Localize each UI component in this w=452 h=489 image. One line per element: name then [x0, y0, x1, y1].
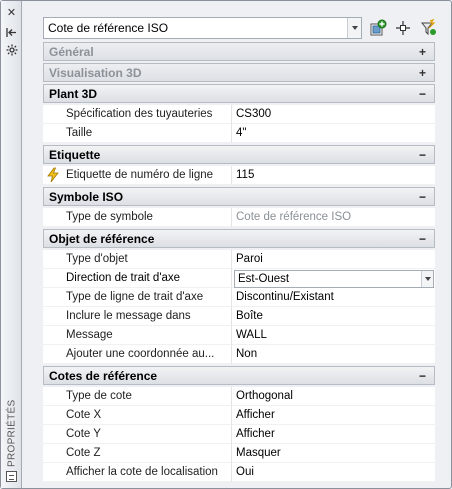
palette-menu-icon[interactable] [6, 471, 17, 482]
section-title: Général [49, 44, 94, 59]
property-value[interactable]: WALL [232, 326, 435, 345]
property-value[interactable]: Boîte [232, 307, 435, 326]
property-label: Inclure le message dans [43, 307, 232, 326]
property-label: Spécification des tuyauteries [43, 105, 232, 124]
section-etiquette[interactable]: Etiquette − [43, 145, 435, 164]
property-row[interactable]: Cote Z Masquer [43, 444, 435, 463]
direction-select[interactable]: Est-Ouest [234, 270, 434, 288]
section-visualisation-3d[interactable]: Visualisation 3D + [43, 63, 435, 82]
select-objects-button[interactable] [393, 18, 413, 38]
chevron-down-icon[interactable] [421, 271, 433, 287]
property-row[interactable]: Type de ligne de trait d'axe Discontinu/… [43, 288, 435, 307]
add-to-selection-icon [370, 19, 387, 36]
property-value[interactable]: 4" [232, 124, 435, 143]
crosshair-icon [396, 21, 410, 35]
property-value[interactable]: Discontinu/Existant [232, 288, 435, 307]
property-row[interactable]: Cote X Afficher [43, 406, 435, 425]
object-type-value: Cote de référence ISO [48, 21, 169, 35]
property-value[interactable]: Afficher [232, 406, 435, 425]
property-grid: Général + Visualisation 3D + Plant 3D − … [43, 42, 435, 484]
property-value[interactable]: Masquer [232, 444, 435, 463]
quick-select-icon [420, 19, 436, 36]
quick-select-button[interactable] [418, 18, 438, 38]
collapse-icon[interactable]: − [419, 87, 426, 101]
property-label: Type de cote [43, 387, 232, 406]
section-title: Objet de référence [49, 231, 155, 246]
object-type-select[interactable]: Cote de référence ISO [43, 17, 362, 39]
property-value[interactable]: Afficher [232, 425, 435, 444]
property-row[interactable]: Inclure le message dans Boîte [43, 307, 435, 326]
property-label: Message [43, 326, 232, 345]
section-symbole-iso[interactable]: Symbole ISO − [43, 187, 435, 206]
section-cotes-de-reference[interactable]: Cotes de référence − [43, 366, 435, 385]
property-value[interactable]: Non [232, 345, 435, 364]
property-label: Cote Z [43, 444, 232, 463]
section-title: Symbole ISO [49, 189, 124, 204]
collapse-icon[interactable]: − [419, 369, 426, 383]
section-title: Plant 3D [49, 86, 98, 101]
section-title: Cotes de référence [49, 368, 158, 383]
section-title: Visualisation 3D [49, 65, 142, 80]
property-label: Type d'objet [43, 250, 232, 269]
property-row[interactable]: Ajouter une coordonnée au... Non [43, 345, 435, 364]
property-label: Ajouter une coordonnée au... [43, 345, 232, 364]
collapse-icon[interactable]: − [419, 148, 426, 162]
property-row[interactable]: Cote Y Afficher [43, 425, 435, 444]
property-label: Afficher la cote de localisation [43, 463, 232, 482]
collapse-icon[interactable]: − [419, 232, 426, 246]
property-row[interactable]: Spécification des tuyauteries CS300 [43, 105, 435, 124]
property-label: Cote X [43, 406, 232, 425]
section-plant-3d[interactable]: Plant 3D − [43, 84, 435, 103]
lightning-icon [47, 167, 59, 183]
property-row[interactable]: Type d'objet Paroi [43, 250, 435, 269]
property-value[interactable]: Paroi [232, 250, 435, 269]
auto-hide-icon[interactable] [5, 26, 18, 39]
property-row-selected[interactable]: Direction de trait d'axe Est-Ouest [43, 269, 435, 288]
close-icon[interactable]: ✕ [5, 7, 18, 20]
property-row[interactable]: Type de cote Orthogonal [43, 387, 435, 406]
property-label: Type de symbole [43, 208, 232, 227]
chevron-down-icon[interactable] [347, 18, 361, 38]
property-label: Taille [43, 124, 232, 143]
property-value[interactable]: Orthogonal [232, 387, 435, 406]
palette-title-bar[interactable]: ✕ PROPRIÉTÉS [1, 1, 22, 488]
settings-icon[interactable] [5, 43, 18, 56]
direction-value: Est-Ouest [238, 273, 290, 285]
property-value[interactable]: CS300 [232, 105, 435, 124]
property-label: Direction de trait d'axe [43, 269, 232, 288]
section-general[interactable]: Général + [43, 42, 435, 61]
property-label: Etiquette de numéro de ligne [43, 166, 232, 185]
property-row[interactable]: Afficher la cote de localisation Oui [43, 463, 435, 482]
collapse-icon[interactable]: − [419, 190, 426, 204]
palette-title: PROPRIÉTÉS [6, 399, 18, 467]
property-label: Type de ligne de trait d'axe [43, 288, 232, 307]
property-value[interactable]: Oui [232, 463, 435, 482]
property-value[interactable]: 115 [232, 166, 435, 185]
section-title: Etiquette [49, 147, 101, 162]
property-label: Cote Y [43, 425, 232, 444]
property-row[interactable]: Etiquette de numéro de ligne 115 [43, 166, 435, 185]
property-row[interactable]: Message WALL [43, 326, 435, 345]
property-row[interactable]: Type de symbole Cote de référence ISO [43, 208, 435, 227]
property-value: Cote de référence ISO [232, 208, 435, 227]
expand-icon[interactable]: + [419, 66, 426, 80]
expand-icon[interactable]: + [419, 45, 426, 59]
add-to-selection-button[interactable] [368, 18, 388, 38]
section-objet-de-reference[interactable]: Objet de référence − [43, 229, 435, 248]
property-row[interactable]: Taille 4" [43, 124, 435, 143]
